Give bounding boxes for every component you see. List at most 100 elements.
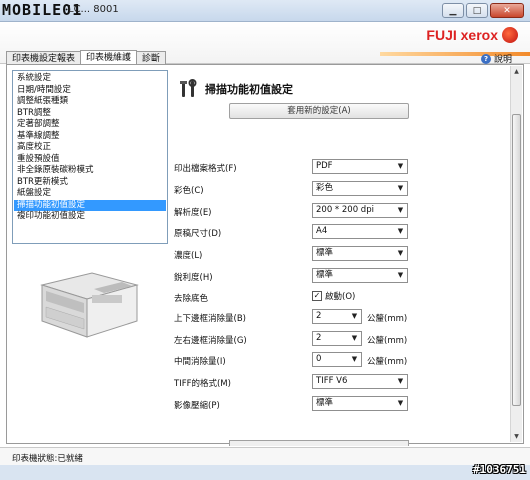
window-controls: ▁ □ ✕ <box>442 3 524 18</box>
panel-header: 掃描功能初值設定 <box>179 79 293 99</box>
select-value: 2 <box>316 333 322 343</box>
density-select[interactable]: 標準 ▼ <box>312 246 408 261</box>
field-color: 彩色(C) 彩色 ▼ <box>174 181 474 197</box>
minimize-icon[interactable]: ▁ <box>442 3 464 18</box>
list-item[interactable]: BTR更新模式 <box>14 177 166 189</box>
page-title: 掃描功能初值設定 <box>205 83 293 96</box>
field-label: 原稿尺寸(D) <box>174 229 222 239</box>
select-value: 0 <box>316 354 322 364</box>
checkmark-icon[interactable]: ✓ <box>312 291 322 301</box>
left-right-erase-select[interactable]: 2 ▼ <box>312 331 362 346</box>
top-bottom-erase-select[interactable]: 2 ▼ <box>312 309 362 324</box>
printer-illustration <box>40 272 139 338</box>
tab-diagnostics[interactable]: 診斷 <box>136 51 167 65</box>
unit-label: 公釐(mm) <box>367 336 408 346</box>
color-select[interactable]: 彩色 ▼ <box>312 181 408 196</box>
chevron-down-icon: ▼ <box>397 162 404 170</box>
field-label: TIFF的格式(M) <box>174 379 231 389</box>
tab-printer-maintenance[interactable]: 印表機維護 <box>80 50 138 65</box>
tools-icon <box>180 79 197 97</box>
chevron-down-icon: ▼ <box>397 271 404 279</box>
field-density: 濃度(L) 標準 ▼ <box>174 246 474 262</box>
printer-status-text: 印表機狀態:已就緒 <box>12 454 83 464</box>
chevron-down-icon: ▼ <box>397 377 404 385</box>
select-value: PDF <box>316 161 333 171</box>
background-removal-checkbox[interactable]: ✓ 啟動(O) <box>312 290 355 302</box>
field-image-compression: 影像壓縮(P) 標準 ▼ <box>174 396 474 412</box>
title-bar: MOBILE01 LC... 8001 ▁ □ ✕ <box>0 0 530 22</box>
scroll-up-icon[interactable]: ▲ <box>512 67 521 76</box>
window-bottom-frame <box>0 465 530 480</box>
vertical-scrollbar[interactable]: ▲ ▼ <box>510 66 522 442</box>
field-background-removal: 去除底色 ✓ 啟動(O) <box>174 289 474 305</box>
select-value: 彩色 <box>316 183 334 193</box>
chevron-down-icon: ▼ <box>397 249 404 257</box>
brand-mark-icon <box>502 27 518 43</box>
scroll-thumb[interactable] <box>512 114 521 406</box>
field-left-right-erase: 左右邊框消除量(G) 2 ▼ 公釐(mm) <box>174 331 474 347</box>
field-resolution: 解析度(E) 200 * 200 dpi ▼ <box>174 203 474 219</box>
chevron-down-icon: ▼ <box>351 355 358 363</box>
help-icon: ? <box>480 53 491 64</box>
maintenance-menu-list[interactable]: 系統設定 日期/時間設定 調整紙張種類 BTR調整 定著部調整 基準線調整 高度… <box>12 70 168 244</box>
field-original-size: 原稿尺寸(D) A4 ▼ <box>174 224 474 240</box>
unit-label: 公釐(mm) <box>367 357 408 367</box>
window-title: LC... 8001 <box>68 4 119 15</box>
list-item[interactable]: 系統設定 <box>14 73 166 85</box>
list-item-selected[interactable]: 掃描功能初值設定 <box>14 199 166 211</box>
field-label: 上下邊框消除量(B) <box>174 314 246 324</box>
chevron-down-icon: ▼ <box>397 399 404 407</box>
maximize-icon[interactable]: □ <box>466 3 488 18</box>
field-output-format: 印出檔案格式(F) PDF ▼ <box>174 159 474 175</box>
sharpness-select[interactable]: 標準 ▼ <box>312 268 408 283</box>
field-label: 影像壓縮(P) <box>174 401 220 411</box>
unit-label: 公釐(mm) <box>367 314 408 324</box>
field-label: 左右邊框消除量(G) <box>174 336 247 346</box>
field-sharpness: 銳利度(H) 標準 ▼ <box>174 268 474 284</box>
select-value: 標準 <box>316 398 334 408</box>
chevron-down-icon: ▼ <box>397 184 404 192</box>
bottom-button-edge[interactable] <box>229 440 409 446</box>
list-item[interactable]: 高度校正 <box>14 142 166 154</box>
chevron-down-icon: ▼ <box>351 312 358 320</box>
output-format-select[interactable]: PDF ▼ <box>312 159 408 174</box>
list-item[interactable]: 日期/時間設定 <box>14 85 166 97</box>
list-item[interactable]: 非全錄原裝碳粉模式 <box>14 165 166 177</box>
field-label: 銳利度(H) <box>174 273 213 283</box>
chevron-down-icon: ▼ <box>397 206 404 214</box>
select-value: TIFF V6 <box>316 376 348 386</box>
field-center-erase: 中間消除量(I) 0 ▼ 公釐(mm) <box>174 352 474 368</box>
original-size-select[interactable]: A4 ▼ <box>312 224 408 239</box>
close-icon[interactable]: ✕ <box>490 3 524 18</box>
list-item[interactable]: 基準線調整 <box>14 131 166 143</box>
list-item[interactable]: 紙盤設定 <box>14 188 166 200</box>
field-tiff-format: TIFF的格式(M) TIFF V6 ▼ <box>174 374 474 390</box>
tab-printer-settings-report[interactable]: 印表機設定報表 <box>6 51 82 65</box>
field-label: 中間消除量(I) <box>174 357 226 367</box>
chevron-down-icon: ▼ <box>351 334 358 342</box>
list-item[interactable]: 複印功能初值設定 <box>14 211 166 223</box>
field-label: 彩色(C) <box>174 186 204 196</box>
list-item[interactable]: 重設預設值 <box>14 154 166 166</box>
tiff-format-select[interactable]: TIFF V6 ▼ <box>312 374 408 389</box>
resolution-select[interactable]: 200 * 200 dpi ▼ <box>312 203 408 218</box>
apply-settings-button[interactable]: 套用新的設定(A) <box>229 103 409 119</box>
watermark-id: #1036751 <box>473 463 526 476</box>
list-item[interactable]: 調整紙張種類 <box>14 96 166 108</box>
center-erase-select[interactable]: 0 ▼ <box>312 352 362 367</box>
status-bar: 印表機狀態:已就緒 <box>0 447 530 465</box>
list-item[interactable]: BTR調整 <box>14 108 166 120</box>
select-value: 200 * 200 dpi <box>316 205 374 215</box>
field-top-bottom-erase: 上下邊框消除量(B) 2 ▼ 公釐(mm) <box>174 309 474 325</box>
field-label: 印出檔案格式(F) <box>174 164 237 174</box>
select-value: A4 <box>316 226 328 236</box>
list-item[interactable]: 定著部調整 <box>14 119 166 131</box>
scroll-down-icon[interactable]: ▼ <box>512 432 521 441</box>
select-value: 標準 <box>316 248 334 258</box>
field-label: 去除底色 <box>174 294 209 304</box>
checkbox-label: 啟動(O) <box>325 292 356 302</box>
main-panel: 系統設定 日期/時間設定 調整紙張種類 BTR調整 定著部調整 基準線調整 高度… <box>6 64 524 446</box>
select-value: 2 <box>316 311 322 321</box>
field-label: 濃度(L) <box>174 251 203 261</box>
image-compression-select[interactable]: 標準 ▼ <box>312 396 408 411</box>
